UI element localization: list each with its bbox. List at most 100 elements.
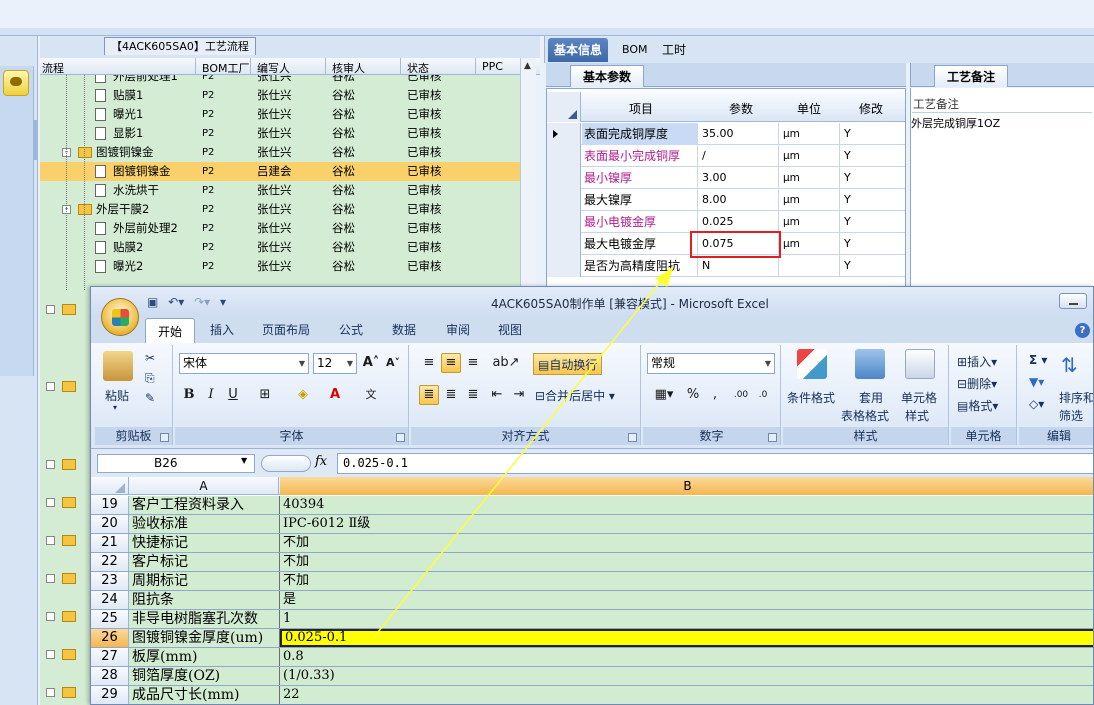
number-format-select[interactable]: 常规 ▼: [647, 353, 775, 374]
delete-cells-button[interactable]: ⊟删除▾: [957, 375, 997, 392]
underline-icon[interactable]: U: [223, 385, 243, 405]
col-header-value[interactable]: 参数: [729, 100, 753, 117]
office-button[interactable]: [101, 298, 139, 336]
chat-icon[interactable]: [3, 70, 29, 96]
cell-b[interactable]: 不加: [280, 572, 1093, 590]
row-header[interactable]: 22: [91, 553, 129, 571]
col-header-unit[interactable]: 单位: [797, 100, 821, 117]
increase-decimal-icon[interactable]: .00: [731, 385, 751, 405]
orientation-icon[interactable]: ab↗: [491, 353, 521, 373]
col-header-ppc[interactable]: PPC: [482, 60, 503, 73]
sort-filter-label-1[interactable]: 排序和: [1059, 389, 1093, 406]
col-header-writer[interactable]: 编写人: [257, 60, 290, 76]
process-row[interactable]: 贴膜2 P2 张仕兴 谷松 已审核: [40, 238, 520, 257]
font-dialog-launcher[interactable]: [396, 433, 405, 442]
formula-bar-resize-handle[interactable]: [261, 455, 311, 472]
col-header-edit[interactable]: 修改: [859, 100, 883, 117]
format-cells-button[interactable]: ▤格式▾: [957, 397, 998, 414]
align-right-icon[interactable]: ≣: [463, 385, 483, 405]
param-row[interactable]: 最小镍厚 3.00 μm Y: [547, 167, 905, 189]
cell-a[interactable]: 成品尺寸长(mm): [129, 686, 280, 704]
col-header-status[interactable]: 状态: [407, 60, 429, 76]
process-row[interactable]: 曝光1 P2 张仕兴 谷松 已审核: [40, 105, 520, 124]
row-selector[interactable]: [547, 211, 581, 233]
cell-a[interactable]: 周期标记: [129, 572, 280, 590]
ribbon-tab-formulas[interactable]: 公式: [339, 321, 363, 338]
cell-styles-button[interactable]: 样式: [905, 407, 929, 424]
param-row[interactable]: 表面最小完成铜厚 / μm Y: [547, 145, 905, 167]
paste-dropdown-icon[interactable]: ▾: [113, 403, 117, 412]
wrap-text-button[interactable]: ▤自动换行: [533, 353, 603, 375]
cell-b[interactable]: 是: [280, 591, 1093, 609]
name-box[interactable]: B26: [97, 454, 255, 473]
column-header-a[interactable]: A: [129, 477, 279, 495]
process-row[interactable]: 曝光2 P2 张仕兴 谷松 已审核: [40, 257, 520, 276]
increase-indent-icon[interactable]: ⇥: [509, 385, 529, 405]
row-header[interactable]: 24: [91, 591, 129, 609]
row-header[interactable]: 27: [91, 648, 129, 666]
paste-icon[interactable]: [103, 351, 133, 381]
row-header[interactable]: 26: [91, 629, 129, 647]
process-row[interactable]: 外层前处理1 P2 张仕兴 谷松 已审核: [40, 75, 520, 86]
remarks-text[interactable]: 外层完成铜厚1OZ: [911, 115, 1000, 131]
row-header[interactable]: 19: [91, 496, 129, 514]
collapse-toggle-icon[interactable]: [46, 688, 55, 697]
row-selector[interactable]: [547, 255, 581, 277]
col-header-item[interactable]: 项目: [629, 100, 653, 117]
decrease-decimal-icon[interactable]: .0: [753, 385, 773, 405]
collapse-toggle-icon[interactable]: [46, 574, 55, 583]
font-size-select[interactable]: 12 ▼: [313, 353, 357, 374]
row-header[interactable]: 23: [91, 572, 129, 590]
number-dialog-launcher[interactable]: [768, 433, 777, 442]
clipboard-dialog-launcher[interactable]: [160, 433, 169, 442]
accounting-format-icon[interactable]: ▦▾: [649, 385, 679, 405]
align-top-icon[interactable]: ≡: [419, 353, 439, 373]
process-row[interactable]: 水洗烘干 P2 张仕兴 谷松 已审核: [40, 181, 520, 200]
param-row[interactable]: 最小电镀金厚 0.025 μm Y: [547, 211, 905, 233]
ribbon-tab-view[interactable]: 视图: [498, 321, 522, 338]
cell-a[interactable]: 快捷标记: [129, 534, 280, 552]
row-header[interactable]: 29: [91, 686, 129, 704]
tab-basic-info[interactable]: 基本信息: [548, 38, 609, 62]
collapse-toggle-icon[interactable]: [46, 612, 55, 621]
customize-qat-icon[interactable]: ▾: [220, 295, 226, 309]
percent-icon[interactable]: %: [683, 385, 703, 405]
name-box-dropdown-icon[interactable]: ▼: [241, 456, 247, 465]
process-row[interactable]: 图镀铜镍金 P2 吕建会 谷松 已审核: [40, 162, 520, 181]
param-value[interactable]: /: [699, 145, 779, 167]
param-row[interactable]: 最大镍厚 8.00 μm Y: [547, 189, 905, 211]
process-row[interactable]: 贴膜1 P2 张仕兴 谷松 已审核: [40, 86, 520, 105]
decrease-indent-icon[interactable]: ⇤: [487, 385, 507, 405]
redo-icon[interactable]: ↷▾: [194, 295, 210, 309]
collapse-toggle-icon[interactable]: [46, 650, 55, 659]
comma-style-icon[interactable]: ,: [705, 385, 725, 405]
conditional-format-button[interactable]: 条件格式: [787, 389, 835, 406]
cell-b[interactable]: 22: [280, 686, 1093, 704]
param-row[interactable]: 表面完成铜厚度 35.00 μm Y: [547, 123, 905, 145]
merge-center-button[interactable]: ⊟合并后居中 ▾: [535, 387, 615, 404]
font-color-icon[interactable]: A: [325, 385, 345, 405]
col-header-reviewer[interactable]: 核审人: [332, 60, 365, 76]
cell-a[interactable]: 客户标记: [129, 553, 280, 571]
format-as-table-button[interactable]: 表格格式: [841, 407, 889, 424]
formula-input[interactable]: 0.025-0.1: [337, 453, 1093, 474]
column-header-b[interactable]: B: [280, 477, 1093, 495]
row-header[interactable]: 25: [91, 610, 129, 628]
row-header[interactable]: 20: [91, 515, 129, 533]
process-row[interactable]: - 图镀铜镍金 P2 张仕兴 谷松 已审核: [40, 143, 520, 162]
collapse-toggle-icon[interactable]: [46, 460, 55, 469]
format-painter-icon[interactable]: ✎: [145, 391, 155, 405]
row-selector[interactable]: [547, 233, 581, 255]
param-value[interactable]: 3.00: [699, 167, 779, 189]
cell-a[interactable]: 阻抗条: [129, 591, 280, 609]
collapse-toggle-icon[interactable]: [46, 305, 55, 314]
phonetic-icon[interactable]: 文: [361, 385, 381, 405]
tab-bom[interactable]: BOM: [616, 38, 654, 62]
ribbon-tab-insert[interactable]: 插入: [210, 321, 234, 338]
select-all-button[interactable]: [91, 477, 129, 495]
cell-b[interactable]: 40394: [280, 496, 1093, 514]
tab-process-flow[interactable]: 【4ACK605SA0】工艺流程: [104, 37, 256, 55]
ribbon-tab-data[interactable]: 数据: [392, 321, 416, 338]
align-left-icon[interactable]: ≣: [419, 385, 439, 405]
autosum-icon[interactable]: Σ ▾: [1029, 353, 1047, 367]
